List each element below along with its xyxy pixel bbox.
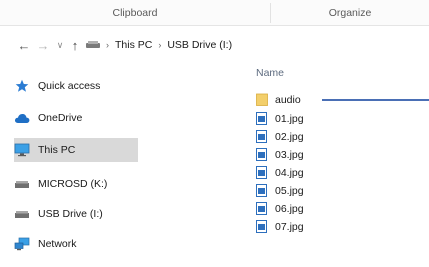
sidebar-item-this-pc[interactable]: This PC (14, 138, 138, 162)
monitor-icon (14, 142, 30, 158)
address-bar[interactable]: › This PC › USB Drive (I:) (86, 36, 232, 54)
file-name: 02.jpg (275, 130, 304, 143)
breadcrumb-usb-drive[interactable]: USB Drive (I:) (167, 39, 232, 51)
sidebar-item-label: Quick access (38, 80, 101, 92)
file-name: 04.jpg (275, 166, 304, 179)
drive-icon (14, 206, 30, 222)
sidebar-item-label: This PC (38, 144, 76, 156)
sidebar-item-label: Network (38, 238, 77, 250)
list-item-file[interactable]: 01.jpg (256, 110, 304, 127)
image-file-icon (256, 166, 267, 179)
recent-locations-chevron-icon[interactable]: ∨ (52, 36, 68, 54)
file-name: audio (275, 93, 301, 106)
annotation-pointer-line (322, 99, 429, 101)
image-file-icon (256, 202, 267, 215)
drive-icon (14, 176, 30, 192)
star-icon (14, 78, 30, 94)
list-item-file[interactable]: 02.jpg (256, 128, 304, 145)
column-header-name[interactable]: Name (256, 67, 284, 79)
up-arrow-icon[interactable]: ↑ (67, 36, 83, 54)
sidebar-item-quick-access[interactable]: Quick access (14, 74, 100, 98)
list-item-file[interactable]: 04.jpg (256, 164, 304, 181)
navigation-bar: ← → ∨ ↑ › This PC › USB Drive (I:) (0, 30, 429, 60)
file-name: 07.jpg (275, 220, 304, 233)
sidebar-item-network[interactable]: Network (14, 232, 77, 256)
file-name: 03.jpg (275, 148, 304, 161)
list-item-file[interactable]: 07.jpg (256, 218, 304, 235)
sidebar-item-microsd[interactable]: MICROSD (K:) (14, 172, 107, 196)
file-name: 05.jpg (275, 184, 304, 197)
breadcrumb-separator-icon: › (106, 40, 109, 50)
forward-arrow-icon[interactable]: → (35, 36, 51, 54)
file-name: 06.jpg (275, 202, 304, 215)
breadcrumb-this-pc[interactable]: This PC (115, 39, 152, 51)
ribbon-group-organize[interactable]: Organize (271, 0, 429, 26)
image-file-icon (256, 112, 267, 125)
network-icon (14, 236, 30, 252)
list-item-file[interactable]: 03.jpg (256, 146, 304, 163)
drive-icon (86, 41, 100, 49)
cloud-icon (14, 110, 30, 126)
file-list: Name audio 01.jpg 02.jpg 03.jpg 04.jpg 0… (240, 64, 429, 267)
image-file-icon (256, 130, 267, 143)
sidebar-item-onedrive[interactable]: OneDrive (14, 106, 82, 130)
breadcrumb-separator-icon: › (158, 40, 162, 50)
list-item-folder[interactable]: audio (256, 91, 301, 108)
sidebar-item-label: MICROSD (K:) (38, 178, 108, 190)
sidebar-item-usb-drive[interactable]: USB Drive (I:) (14, 202, 103, 226)
ribbon: Clipboard Organize (0, 0, 429, 26)
sidebar-item-label: OneDrive (38, 112, 83, 124)
list-item-file[interactable]: 05.jpg (256, 182, 304, 199)
sidebar-item-label: USB Drive (I:) (38, 208, 103, 220)
navigation-pane: Quick access OneDrive This PC MICROSD (K… (0, 64, 240, 267)
folder-icon (256, 93, 268, 106)
image-file-icon (256, 184, 267, 197)
file-name: 01.jpg (275, 112, 304, 125)
back-arrow-icon[interactable]: ← (16, 36, 32, 54)
image-file-icon (256, 220, 267, 233)
ribbon-group-clipboard[interactable]: Clipboard (0, 0, 270, 26)
list-item-file[interactable]: 06.jpg (256, 200, 304, 217)
image-file-icon (256, 148, 267, 161)
